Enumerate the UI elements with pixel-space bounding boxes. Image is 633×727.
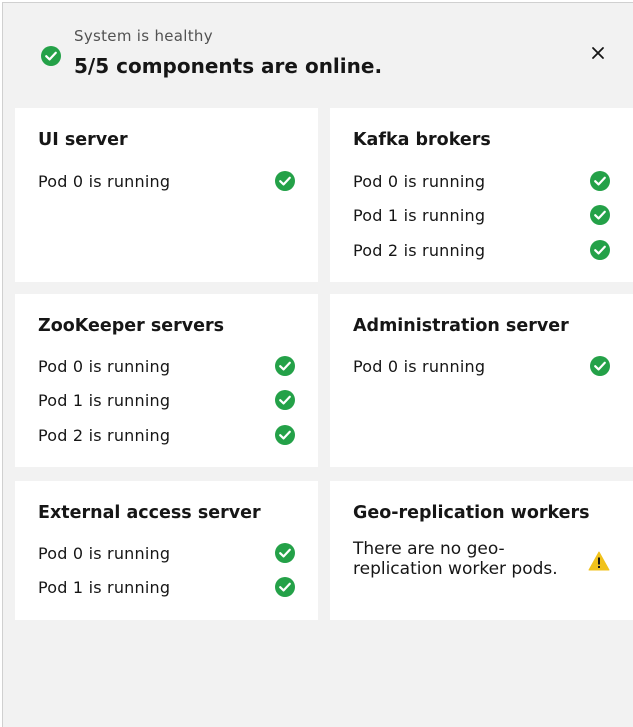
system-health-panel: System is healthy 5/5 components are onl… [2, 2, 633, 727]
pod-status-label: Pod 1 is running [38, 578, 171, 597]
checkmark-filled-icon [589, 239, 611, 261]
card-title: UI server [38, 130, 128, 150]
pod-row: Pod 1 is running [38, 389, 318, 413]
pod-status-label: Pod 1 is running [38, 391, 171, 410]
card-title: Kafka brokers [353, 130, 491, 150]
warning-icon [588, 551, 610, 571]
pod-row: Pod 1 is running [353, 204, 633, 228]
pod-status-label: Pod 0 is running [353, 357, 486, 376]
pod-status-label: Pod 0 is running [38, 544, 171, 563]
checkmark-filled-icon [589, 170, 611, 192]
component-card-administration-server: Administration server Pod 0 is running [330, 294, 633, 467]
component-card-geo-replication-workers: Geo-replication workers There are no geo… [330, 481, 633, 620]
pod-status-label: Pod 0 is running [353, 172, 486, 191]
component-card-ui-server: UI server Pod 0 is running [15, 108, 318, 282]
component-card-external-access-server: External access server Pod 0 is running … [15, 481, 318, 620]
pod-status-label: Pod 2 is running [38, 426, 171, 445]
pod-row: Pod 0 is running [38, 355, 318, 379]
pod-row: Pod 0 is running [38, 542, 318, 566]
checkmark-filled-icon [274, 424, 296, 446]
pod-status-label: Pod 0 is running [38, 172, 171, 191]
checkmark-filled-icon [274, 170, 296, 192]
card-title: External access server [38, 503, 261, 523]
status-header: System is healthy 5/5 components are onl… [3, 3, 633, 105]
pod-row: Pod 0 is running [38, 170, 318, 194]
checkmark-filled-icon [40, 45, 62, 67]
pod-status-label: Pod 2 is running [353, 241, 486, 260]
component-card-kafka-brokers: Kafka brokers Pod 0 is running Pod 1 is … [330, 108, 633, 282]
pod-row: Pod 1 is running [38, 576, 318, 600]
status-subtitle: System is healthy [74, 27, 213, 45]
pod-row: Pod 0 is running [353, 355, 633, 379]
checkmark-filled-icon [274, 355, 296, 377]
close-icon[interactable] [586, 41, 610, 65]
checkmark-filled-icon [274, 576, 296, 598]
no-pods-note: There are no geo-replication worker pods… [353, 539, 558, 579]
pod-status-label: Pod 1 is running [353, 206, 486, 225]
checkmark-filled-icon [589, 204, 611, 226]
pod-row: Pod 2 is running [353, 239, 633, 263]
checkmark-filled-icon [589, 355, 611, 377]
close-button[interactable] [586, 41, 610, 65]
pod-status-label: Pod 0 is running [38, 357, 171, 376]
pod-row: Pod 2 is running [38, 424, 318, 448]
card-title: ZooKeeper servers [38, 316, 225, 336]
component-card-zookeeper-servers: ZooKeeper servers Pod 0 is running Pod 1… [15, 294, 318, 467]
pod-row: Pod 0 is running [353, 170, 633, 194]
card-title: Administration server [353, 316, 569, 336]
checkmark-filled-icon [274, 389, 296, 411]
status-title: 5/5 components are online. [74, 54, 383, 78]
card-title: Geo-replication workers [353, 503, 590, 523]
checkmark-filled-icon [274, 542, 296, 564]
